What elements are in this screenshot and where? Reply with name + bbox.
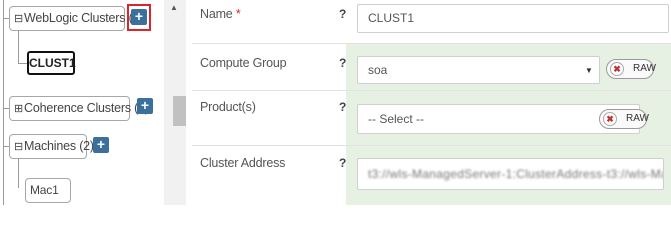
field-label: Product(s) (200, 100, 256, 114)
scroll-thumb[interactable] (173, 96, 186, 126)
tree-node-label: Coherence Clusters (0) (24, 101, 149, 115)
tree-node-weblogic-clusters[interactable]: ⊟WebLogic Clusters (1) (9, 6, 143, 31)
add-weblogic-cluster-button[interactable]: + (131, 9, 147, 25)
compute-group-select[interactable]: soa (357, 56, 600, 84)
tree-node-coherence-clusters[interactable]: ⊞Coherence Clusters (0) (9, 96, 149, 121)
field-value-cell: t3://wls-ManagedServer-1:ClusterAddress-… (346, 146, 671, 205)
field-value-cell: soa ▼ ✖ RAW (346, 44, 671, 90)
field-value-cell: -- Select -- ✖ RAW (346, 91, 671, 145)
raw-toggle-button[interactable]: ✖ RAW (599, 109, 649, 129)
cluster-address-input[interactable]: t3://wls-ManagedServer-1:ClusterAddress-… (357, 158, 664, 190)
tree-node-machines[interactable]: ⊟Machines (2) (9, 134, 94, 159)
required-marker: * (235, 7, 241, 21)
scroll-up-icon[interactable]: ▲ (170, 3, 178, 12)
add-coherence-cluster-button[interactable]: + (137, 98, 153, 114)
collapse-icon[interactable]: ⊟ (14, 141, 23, 153)
tree-node-label: WebLogic Clusters (1) (24, 11, 144, 25)
cluster-form: Name * ? CLUST1 Compute Group ? soa ▼ ✖ R… (192, 0, 671, 205)
field-label: Compute Group (200, 56, 287, 70)
tree-leaf-mac1[interactable]: Mac1 (25, 178, 71, 203)
products-select[interactable]: -- Select -- (357, 104, 640, 134)
raw-label: RAW (633, 63, 656, 74)
field-row-products: Product(s) ? -- Select -- ✖ RAW (192, 91, 671, 146)
cluster-tree: ⊟WebLogic Clusters (1) + CLUST1 ⊞Coheren… (0, 0, 163, 205)
close-icon: ✖ (603, 112, 617, 126)
field-label: Name * (200, 7, 241, 21)
tree-node-label: Machines (2) (24, 139, 94, 153)
tree-scrollbar[interactable]: ▲ (164, 0, 186, 205)
tree-leaf-clust1[interactable]: CLUST1 (27, 51, 76, 75)
collapse-icon[interactable]: ⊟ (14, 13, 23, 25)
field-value-cell: CLUST1 (346, 0, 671, 43)
tree-connector (18, 31, 19, 63)
field-label: Cluster Address (200, 156, 286, 170)
close-icon: ✖ (610, 62, 624, 76)
add-machine-button[interactable]: + (93, 137, 109, 153)
field-row-compute-group: Compute Group ? soa ▼ ✖ RAW (192, 44, 671, 91)
field-row-name: Name * ? CLUST1 (192, 0, 671, 44)
tree-connector (18, 63, 27, 64)
raw-label: RAW (626, 113, 649, 124)
field-row-cluster-address: Cluster Address ? t3://wls-ManagedServer… (192, 146, 671, 205)
tree-connector (18, 158, 19, 188)
chevron-down-icon[interactable]: ▼ (585, 66, 593, 75)
cluster-address-value: t3://wls-ManagedServer-1:ClusterAddress-… (368, 167, 663, 181)
tree-connector (3, 0, 4, 205)
expand-icon[interactable]: ⊞ (14, 103, 23, 115)
name-input[interactable]: CLUST1 (357, 4, 669, 33)
raw-toggle-button[interactable]: ✖ RAW (606, 59, 656, 79)
